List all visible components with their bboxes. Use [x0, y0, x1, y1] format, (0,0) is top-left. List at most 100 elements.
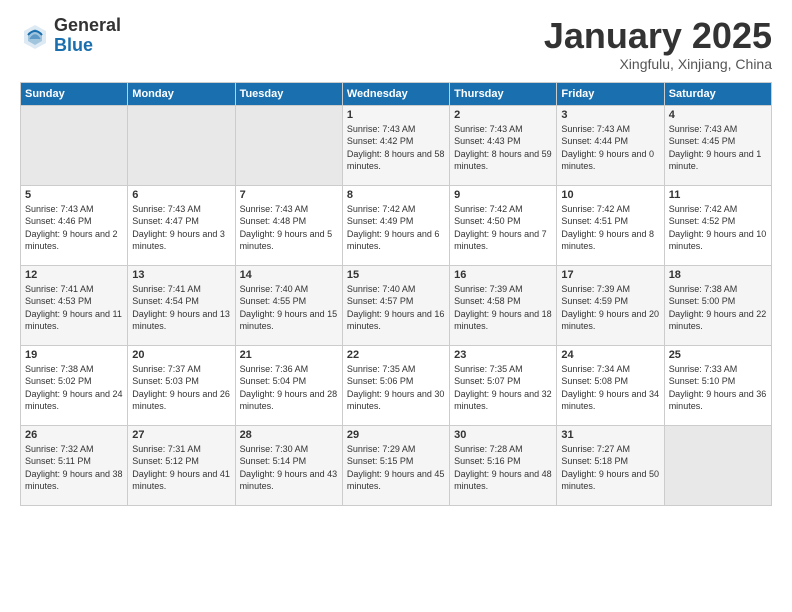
day-info: Sunrise: 7:32 AM Sunset: 5:11 PM Dayligh…	[25, 443, 123, 493]
day-number: 12	[25, 269, 123, 281]
calendar-cell: 18Sunrise: 7:38 AM Sunset: 5:00 PM Dayli…	[664, 265, 771, 345]
logo-icon	[20, 21, 50, 51]
header: General Blue January 2025 Xingfulu, Xinj…	[20, 16, 772, 72]
weekday-header: Saturday	[664, 82, 771, 105]
day-number: 8	[347, 189, 445, 201]
weekday-header: Sunday	[21, 82, 128, 105]
day-info: Sunrise: 7:43 AM Sunset: 4:46 PM Dayligh…	[25, 203, 123, 253]
calendar-cell: 13Sunrise: 7:41 AM Sunset: 4:54 PM Dayli…	[128, 265, 235, 345]
calendar-cell: 15Sunrise: 7:40 AM Sunset: 4:57 PM Dayli…	[342, 265, 449, 345]
calendar-cell: 3Sunrise: 7:43 AM Sunset: 4:44 PM Daylig…	[557, 105, 664, 185]
day-info: Sunrise: 7:43 AM Sunset: 4:43 PM Dayligh…	[454, 123, 552, 173]
day-number: 1	[347, 109, 445, 121]
calendar-cell: 11 Sunrise: 7:42 AM Sunset: 4:52 PM Dayli…	[664, 185, 771, 265]
day-number: 6	[132, 189, 230, 201]
day-info: Sunrise: 7:28 AM Sunset: 5:16 PM Dayligh…	[454, 443, 552, 493]
day-number: 17	[561, 269, 659, 281]
calendar-week-row: 12 Sunrise: 7:41 AM Sunset: 4:53 PM Dayli…	[21, 265, 772, 345]
day-info: Sunrise: 7:43 AM Sunset: 4:45 PM Dayligh…	[669, 123, 767, 173]
logo-text: General Blue	[54, 16, 121, 56]
day-info: Sunrise: 7:42 AM Sunset: 4:50 PM Dayligh…	[454, 203, 552, 253]
day-number: 15	[347, 269, 445, 281]
calendar-week-row: 5 Sunrise: 7:43 AM Sunset: 4:46 PM Daylig…	[21, 185, 772, 265]
calendar-cell: 21Sunrise: 7:36 AM Sunset: 5:04 PM Dayli…	[235, 345, 342, 425]
calendar-cell	[235, 105, 342, 185]
weekday-header-row: SundayMondayTuesdayWednesdayThursdayFrid…	[21, 82, 772, 105]
day-info: Sunrise: 7:34 AM Sunset: 5:08 PM Dayligh…	[561, 363, 659, 413]
calendar-cell: 14 Sunrise: 7:40 AM Sunset: 4:55 PM Dayli…	[235, 265, 342, 345]
weekday-header: Thursday	[450, 82, 557, 105]
day-number: 28	[240, 429, 338, 441]
calendar-cell: 19Sunrise: 7:38 AM Sunset: 5:02 PM Dayli…	[21, 345, 128, 425]
calendar-cell: 10Sunrise: 7:42 AM Sunset: 4:51 PM Dayli…	[557, 185, 664, 265]
day-number: 3	[561, 109, 659, 121]
calendar-cell: 7 Sunrise: 7:43 AM Sunset: 4:48 PM Daylig…	[235, 185, 342, 265]
day-number: 16	[454, 269, 552, 281]
weekday-header: Monday	[128, 82, 235, 105]
day-number: 2	[454, 109, 552, 121]
calendar-cell: 8 Sunrise: 7:42 AM Sunset: 4:49 PM Daylig…	[342, 185, 449, 265]
calendar-cell: 20Sunrise: 7:37 AM Sunset: 5:03 PM Dayli…	[128, 345, 235, 425]
day-info: Sunrise: 7:35 AM Sunset: 5:07 PM Dayligh…	[454, 363, 552, 413]
calendar-week-row: 19Sunrise: 7:38 AM Sunset: 5:02 PM Dayli…	[21, 345, 772, 425]
calendar-cell: 26Sunrise: 7:32 AM Sunset: 5:11 PM Dayli…	[21, 425, 128, 505]
page: General Blue January 2025 Xingfulu, Xinj…	[0, 0, 792, 612]
calendar-cell: 17Sunrise: 7:39 AM Sunset: 4:59 PM Dayli…	[557, 265, 664, 345]
day-number: 23	[454, 349, 552, 361]
day-info: Sunrise: 7:43 AM Sunset: 4:42 PM Dayligh…	[347, 123, 445, 173]
day-info: Sunrise: 7:41 AM Sunset: 4:53 PM Dayligh…	[25, 283, 123, 333]
calendar-cell: 23 Sunrise: 7:35 AM Sunset: 5:07 PM Dayli…	[450, 345, 557, 425]
weekday-header: Wednesday	[342, 82, 449, 105]
day-info: Sunrise: 7:30 AM Sunset: 5:14 PM Dayligh…	[240, 443, 338, 493]
calendar-cell: 16 Sunrise: 7:39 AM Sunset: 4:58 PM Dayli…	[450, 265, 557, 345]
calendar: SundayMondayTuesdayWednesdayThursdayFrid…	[20, 82, 772, 506]
day-info: Sunrise: 7:37 AM Sunset: 5:03 PM Dayligh…	[132, 363, 230, 413]
calendar-cell: 29 Sunrise: 7:29 AM Sunset: 5:15 PM Dayli…	[342, 425, 449, 505]
title-month: January 2025	[544, 16, 772, 56]
day-info: Sunrise: 7:43 AM Sunset: 4:48 PM Dayligh…	[240, 203, 338, 253]
calendar-cell	[128, 105, 235, 185]
day-info: Sunrise: 7:38 AM Sunset: 5:00 PM Dayligh…	[669, 283, 767, 333]
day-number: 25	[669, 349, 767, 361]
calendar-cell: 12 Sunrise: 7:41 AM Sunset: 4:53 PM Dayli…	[21, 265, 128, 345]
day-number: 14	[240, 269, 338, 281]
calendar-cell: 1 Sunrise: 7:43 AM Sunset: 4:42 PM Daylig…	[342, 105, 449, 185]
day-number: 19	[25, 349, 123, 361]
day-info: Sunrise: 7:41 AM Sunset: 4:54 PM Dayligh…	[132, 283, 230, 333]
day-number: 21	[240, 349, 338, 361]
day-info: Sunrise: 7:27 AM Sunset: 5:18 PM Dayligh…	[561, 443, 659, 493]
day-number: 11	[669, 189, 767, 201]
day-info: Sunrise: 7:42 AM Sunset: 4:52 PM Dayligh…	[669, 203, 767, 253]
calendar-cell: 4Sunrise: 7:43 AM Sunset: 4:45 PM Daylig…	[664, 105, 771, 185]
calendar-cell	[664, 425, 771, 505]
day-info: Sunrise: 7:43 AM Sunset: 4:47 PM Dayligh…	[132, 203, 230, 253]
calendar-cell: 6 Sunrise: 7:43 AM Sunset: 4:47 PM Daylig…	[128, 185, 235, 265]
calendar-cell: 9 Sunrise: 7:42 AM Sunset: 4:50 PM Daylig…	[450, 185, 557, 265]
logo-general: General	[54, 16, 121, 36]
day-number: 5	[25, 189, 123, 201]
day-number: 9	[454, 189, 552, 201]
day-info: Sunrise: 7:29 AM Sunset: 5:15 PM Dayligh…	[347, 443, 445, 493]
logo-blue: Blue	[54, 36, 121, 56]
day-number: 27	[132, 429, 230, 441]
day-number: 7	[240, 189, 338, 201]
title-location: Xingfulu, Xinjiang, China	[544, 56, 772, 72]
title-block: January 2025 Xingfulu, Xinjiang, China	[544, 16, 772, 72]
day-number: 29	[347, 429, 445, 441]
day-info: Sunrise: 7:39 AM Sunset: 4:58 PM Dayligh…	[454, 283, 552, 333]
day-info: Sunrise: 7:33 AM Sunset: 5:10 PM Dayligh…	[669, 363, 767, 413]
calendar-week-row: 1 Sunrise: 7:43 AM Sunset: 4:42 PM Daylig…	[21, 105, 772, 185]
weekday-header: Tuesday	[235, 82, 342, 105]
day-number: 30	[454, 429, 552, 441]
day-number: 10	[561, 189, 659, 201]
calendar-cell: 30 Sunrise: 7:28 AM Sunset: 5:16 PM Dayli…	[450, 425, 557, 505]
day-info: Sunrise: 7:35 AM Sunset: 5:06 PM Dayligh…	[347, 363, 445, 413]
calendar-cell: 5 Sunrise: 7:43 AM Sunset: 4:46 PM Daylig…	[21, 185, 128, 265]
day-number: 24	[561, 349, 659, 361]
calendar-cell: 24 Sunrise: 7:34 AM Sunset: 5:08 PM Dayli…	[557, 345, 664, 425]
calendar-cell: 25 Sunrise: 7:33 AM Sunset: 5:10 PM Dayli…	[664, 345, 771, 425]
day-info: Sunrise: 7:42 AM Sunset: 4:49 PM Dayligh…	[347, 203, 445, 253]
calendar-cell: 2 Sunrise: 7:43 AM Sunset: 4:43 PM Daylig…	[450, 105, 557, 185]
day-info: Sunrise: 7:40 AM Sunset: 4:55 PM Dayligh…	[240, 283, 338, 333]
day-info: Sunrise: 7:31 AM Sunset: 5:12 PM Dayligh…	[132, 443, 230, 493]
